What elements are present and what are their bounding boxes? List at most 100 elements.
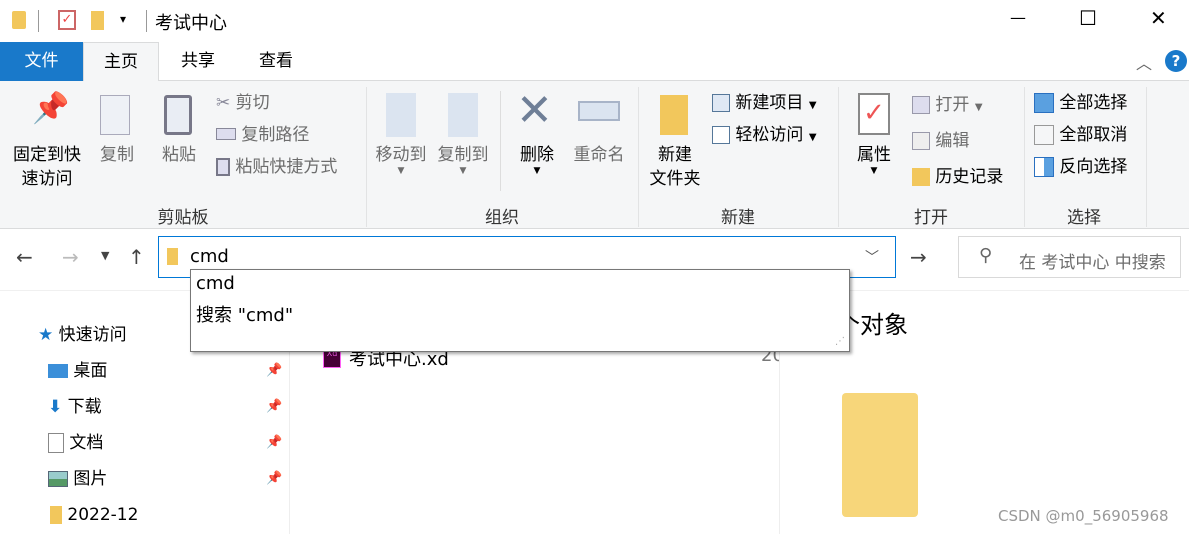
new-item-label: 新建项目 [735,93,804,113]
maximize-button[interactable]: ☐ [1079,6,1097,30]
nav-downloads[interactable]: ⬇ 下载 [48,390,102,424]
suggestion-item[interactable]: cmd [196,273,235,294]
tab-file[interactable]: 文件 [0,42,83,81]
pin-icon[interactable]: 📌 [266,363,282,378]
folder-icon [50,506,62,524]
edit-button[interactable]: 编辑 [912,129,969,153]
select-all-label: 全部选择 [1059,93,1128,113]
tab-share[interactable]: 共享 [162,42,234,81]
forward-arrow-icon[interactable]: → [62,245,79,269]
tab-home[interactable]: 主页 [83,42,159,82]
rename-label: 重命名 [573,145,625,165]
open-label: 打开 [935,95,970,115]
nav-folder-2022-12[interactable]: 2022-12 [50,498,138,532]
select-all-button[interactable]: 全部选择 [1034,91,1127,115]
nav-label: 快速访问 [58,325,127,345]
tab-view[interactable]: 查看 [240,42,312,81]
select-none-button[interactable]: 全部取消 [1034,123,1127,147]
new-group-label: 新建 [721,208,755,228]
scissors-icon: ✂ [216,93,231,113]
delete-button[interactable]: ✕ 删除 ▼ [514,87,560,176]
select-none-label: 全部取消 [1059,125,1128,145]
search-icon: ⚲ [979,245,993,266]
open-button[interactable]: 打开 ▼ [912,93,983,120]
resize-grip-icon[interactable]: ⋰ [835,336,845,347]
open-group-label: 打开 [914,208,948,228]
invert-selection-icon [1034,157,1054,177]
rename-button[interactable]: 重命名 [568,101,630,167]
pin-icon[interactable]: 📌 [266,399,282,414]
go-arrow-icon[interactable]: → [910,245,927,269]
invert-selection-button[interactable]: 反向选择 [1034,155,1127,179]
address-dropdown-chevron-icon[interactable]: ﹀ [865,247,879,267]
new-folder-button[interactable]: 新建 文件夹 [644,95,706,191]
easy-access-label: 轻松访问 [735,125,804,145]
nav-label: 下载 [67,397,102,417]
cut-label: 剪切 [235,93,270,113]
history-button[interactable]: 历史记录 [912,165,1003,189]
help-icon[interactable]: ? [1165,50,1187,72]
nav-quick-access[interactable]: ★ 快速访问 [38,318,127,352]
pin-icon[interactable]: 📌 [266,435,282,450]
download-arrow-icon: ⬇ [48,397,63,417]
search-box[interactable]: ⚲ 在 考试中心 中搜索 [958,236,1181,278]
rename-icon [578,101,620,121]
suggestion-item[interactable]: 搜索 "cmd" [196,301,293,327]
paste-shortcut-button[interactable]: 粘贴快捷方式 [216,155,337,179]
customize-toolbar-chevron-icon[interactable]: ▾ [120,12,126,26]
edit-label: 编辑 [935,131,970,151]
delete-x-icon: ✕ [516,85,553,136]
select-all-icon [1034,93,1054,113]
new-item-icon [712,94,730,112]
document-icon [48,433,64,453]
invert-selection-label: 反向选择 [1059,157,1128,177]
pin-icon: 📌 [32,91,70,126]
collapse-ribbon-chevron-icon[interactable]: ︿ [1136,50,1152,74]
move-to-label: 移动到 [375,145,427,165]
folder-icon [167,248,178,265]
nav-documents[interactable]: 文档 [48,426,103,460]
nav-label: 图片 [73,469,108,489]
clipboard-group-label: 剪贴板 [157,208,209,228]
copy-to-icon [448,93,478,137]
copy-to-button[interactable]: 复制到 ▼ [434,93,492,176]
properties-button[interactable]: ✓ 属性 ▼ [848,93,900,176]
address-input[interactable]: cmd [190,246,229,267]
pin-icon[interactable]: 📌 [266,471,282,486]
pictures-icon [48,471,68,487]
nav-label: 桌面 [73,361,108,381]
nav-label: 2022-12 [67,505,139,525]
new-folder-quick-icon[interactable] [91,11,104,30]
cut-button[interactable]: ✂ 剪切 [216,91,270,115]
paste-button[interactable]: 粘贴 [156,95,202,167]
nav-pictures[interactable]: 图片 [48,462,107,496]
nav-label: 文档 [69,433,104,453]
paste-label: 粘贴 [162,145,196,165]
back-arrow-icon[interactable]: ← [16,245,33,269]
move-to-button[interactable]: 移动到 ▼ [372,93,430,176]
nav-desktop[interactable]: 桌面 [48,354,107,388]
new-folder-label-1: 新建 [658,145,692,165]
copy-to-label: 复制到 [437,145,489,165]
easy-access-button[interactable]: 轻松访问 ▼ [712,123,817,150]
history-icon [912,168,930,186]
clipboard-icon [164,95,192,135]
search-placeholder[interactable]: 在 考试中心 中搜索 [1019,248,1166,273]
edit-icon [912,132,930,150]
copy-label: 复制 [100,145,134,165]
title-bar: ✓ ▾ 考试中心 — ☐ ✕ [0,0,1189,42]
copy-button[interactable]: 复制 [94,95,140,167]
properties-label: 属性 [857,145,891,165]
minimize-button[interactable]: — [1010,8,1026,27]
recent-locations-chevron-icon[interactable]: ▼ [101,249,109,262]
ribbon-tabs: 文件 主页 共享 查看 ︿ ? [0,42,1189,82]
pin-quick-access-button[interactable]: 📌 固定到快 速访问 [6,94,88,191]
address-autocomplete: cmd 搜索 "cmd" ⋰ [190,269,850,352]
properties-quick-icon[interactable]: ✓ [58,10,76,30]
new-item-button[interactable]: 新建项目 ▼ [712,91,817,118]
close-button[interactable]: ✕ [1150,6,1167,30]
star-icon: ★ [38,325,54,345]
copy-path-button[interactable]: 复制路径 [216,123,309,147]
paste-shortcut-icon [216,158,230,176]
up-arrow-icon[interactable]: ↑ [128,245,145,269]
